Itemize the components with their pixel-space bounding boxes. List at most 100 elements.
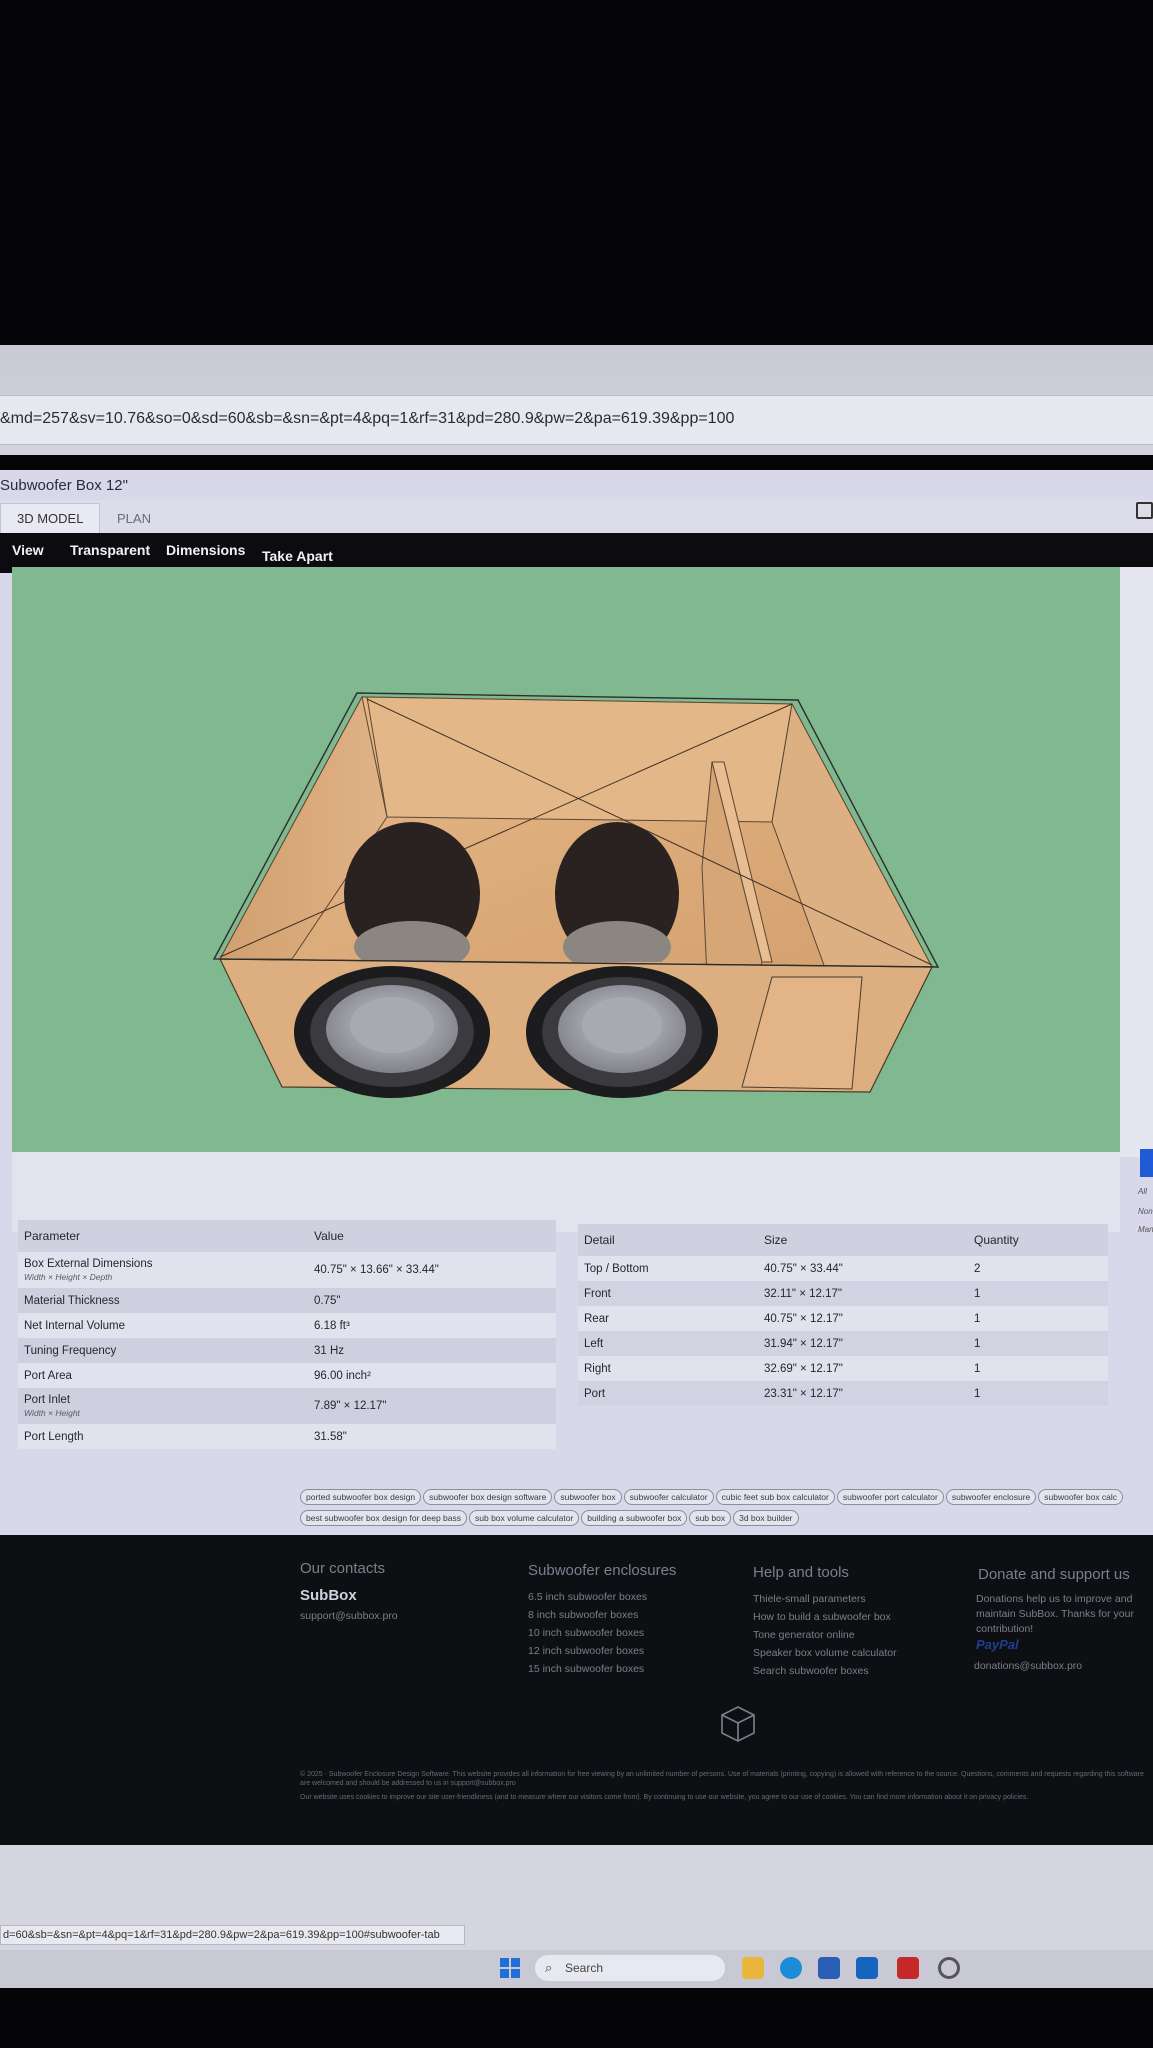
detail-qty: 1: [968, 1331, 1108, 1356]
param-row: Net Internal Volume 6.18 ft³: [18, 1313, 556, 1338]
footer-donate-text: Donations help us to improve and maintai…: [976, 1593, 1134, 1635]
footer-link[interactable]: 10 inch subwoofer boxes: [528, 1624, 647, 1642]
tag-link[interactable]: subwoofer calculator: [623, 1489, 714, 1505]
param-name: Tuning Frequency: [24, 1344, 117, 1357]
tag-link[interactable]: cubic feet sub box calculator: [715, 1489, 835, 1505]
footer-link[interactable]: 12 inch subwoofer boxes: [528, 1642, 647, 1660]
detail-row: Port 23.31" × 12.17" 1: [578, 1381, 1108, 1406]
param-name: Material Thickness: [24, 1294, 120, 1307]
detail-qty: 2: [968, 1256, 1108, 1281]
tab-3d-model[interactable]: 3D MODEL: [0, 503, 100, 533]
footer-link[interactable]: Thiele-small parameters: [753, 1590, 897, 1608]
param-name: Port Area: [24, 1369, 72, 1382]
param-subtitle: Width × Height × Depth: [24, 1272, 113, 1282]
col-size: Size: [758, 1224, 968, 1256]
side-panel-text-3: Man: [1138, 1225, 1153, 1234]
status-bar-url: d=60&sb=&sn=&pt=4&pq=1&rf=31&pd=280.9&pw…: [0, 1925, 465, 1945]
detail-size: 31.94" × 12.17": [758, 1331, 968, 1356]
page-title: Subwoofer Box 12": [0, 477, 128, 494]
taskbar-search-label: Search: [565, 1961, 604, 1975]
detail-size: 40.75" × 12.17": [758, 1306, 968, 1331]
amd-icon[interactable]: [897, 1957, 919, 1979]
detail-row: Rear 40.75" × 12.17" 1: [578, 1306, 1108, 1331]
tag-link[interactable]: subwoofer box: [554, 1489, 622, 1505]
footer-link[interactable]: Speaker box volume calculator: [753, 1644, 897, 1662]
param-value: 0.75": [308, 1288, 556, 1313]
detail-size: 40.75" × 33.44": [758, 1256, 968, 1281]
side-panel-button[interactable]: [1140, 1149, 1153, 1177]
subwoofer-driver-right: [526, 966, 718, 1098]
save-icon[interactable]: [1136, 502, 1153, 519]
col-quantity: Quantity: [968, 1224, 1108, 1256]
footer-support-email[interactable]: support@subbox.pro: [300, 1607, 398, 1625]
paypal-logo[interactable]: PayPal: [976, 1637, 1019, 1652]
tag-link[interactable]: sub box: [689, 1510, 732, 1526]
tag-link[interactable]: sub box volume calculator: [469, 1510, 580, 1526]
footer-link[interactable]: 6.5 inch subwoofer boxes: [528, 1588, 647, 1606]
address-bar-url[interactable]: &md=257&sv=10.76&so=0&sd=60&sb=&sn=&pt=4…: [0, 410, 734, 428]
tag-link[interactable]: building a subwoofer box: [581, 1510, 688, 1526]
param-name-cell: Port Length: [18, 1424, 308, 1449]
param-value: 31 Hz: [308, 1338, 556, 1363]
footer-brand[interactable]: SubBox: [300, 1587, 357, 1604]
param-name: Port Inlet: [24, 1394, 71, 1406]
detail-qty: 1: [968, 1306, 1108, 1331]
taskbar-search[interactable]: ⌕ Search: [535, 1955, 725, 1981]
tag-link[interactable]: subwoofer port calculator: [836, 1489, 944, 1505]
param-value: 96.00 inch²: [308, 1363, 556, 1388]
param-name: Port Length: [24, 1430, 84, 1443]
menu-dimensions[interactable]: Dimensions: [166, 542, 245, 558]
detail-detail: Left: [578, 1331, 758, 1356]
footer-enclosures-links: 6.5 inch subwoofer boxes 8 inch subwoofer…: [528, 1588, 647, 1678]
tag-link[interactable]: best subwoofer box design for deep bass: [300, 1510, 467, 1526]
footer-link[interactable]: Search subwoofer boxes: [753, 1662, 897, 1680]
param-name-cell: Tuning Frequency: [18, 1338, 308, 1363]
cut-list-table: Detail Size Quantity Top / Bottom 40.75" …: [578, 1224, 1108, 1406]
footer-link[interactable]: 8 inch subwoofer boxes: [528, 1606, 647, 1624]
menu-take-apart[interactable]: Take Apart: [262, 548, 333, 564]
footer-link[interactable]: How to build a subwoofer box: [753, 1608, 897, 1626]
detail-size: 32.11" × 12.17": [758, 1281, 968, 1306]
file-explorer-icon[interactable]: [742, 1957, 764, 1979]
cube-logo-icon: [721, 1706, 755, 1742]
menu-transparent[interactable]: Transparent: [70, 542, 150, 558]
windows-start-icon[interactable]: [500, 1958, 520, 1978]
param-name-cell: Port Area: [18, 1363, 308, 1388]
param-row: Port Length 31.58": [18, 1424, 556, 1449]
param-row: Port Area 96.00 inch²: [18, 1363, 556, 1388]
side-panel: All Non Man: [1120, 567, 1153, 1234]
3d-viewer[interactable]: [12, 567, 1120, 1157]
tag-link[interactable]: subwoofer box calc: [1038, 1489, 1124, 1505]
settings-gear-icon[interactable]: [938, 1957, 960, 1979]
col-detail: Detail: [578, 1224, 758, 1256]
store-icon[interactable]: [818, 1957, 840, 1979]
search-icon: ⌕: [545, 1960, 553, 1975]
photo-of-monitor: &md=257&sv=10.76&so=0&sd=60&sb=&sn=&pt=4…: [0, 0, 1153, 2048]
param-subtitle: Width × Height: [24, 1408, 80, 1418]
footer-donations-email[interactable]: donations@subbox.pro: [974, 1657, 1082, 1675]
footer-link[interactable]: Tone generator online: [753, 1626, 897, 1644]
subwoofer-box-3d-model: [212, 692, 940, 1098]
detail-row: Left 31.94" × 12.17" 1: [578, 1331, 1108, 1356]
footer-enclosures-heading: Subwoofer enclosures: [528, 1562, 677, 1579]
detail-row: Top / Bottom 40.75" × 33.44" 2: [578, 1256, 1108, 1281]
menu-view[interactable]: View: [12, 542, 44, 558]
param-name: Net Internal Volume: [24, 1319, 126, 1332]
edge-browser-icon[interactable]: [780, 1957, 802, 1979]
detail-qty: 1: [968, 1356, 1108, 1381]
legal-cookies: Our website uses cookies to improve our …: [300, 1794, 1029, 1801]
footer-contacts-heading: Our contacts: [300, 1560, 386, 1577]
tag-link[interactable]: ported subwoofer box design: [300, 1489, 422, 1505]
tag-link[interactable]: 3d box builder: [733, 1510, 799, 1526]
tag-list: ported subwoofer box design subwoofer box…: [300, 1487, 1153, 1529]
param-name-cell: Port Inlet Width × Height: [18, 1388, 308, 1424]
tab-plan[interactable]: PLAN: [117, 511, 151, 526]
tag-link[interactable]: subwoofer enclosure: [945, 1489, 1037, 1505]
footer-link[interactable]: 15 inch subwoofer boxes: [528, 1660, 647, 1678]
detail-qty: 1: [968, 1381, 1108, 1406]
outlook-icon[interactable]: [856, 1957, 878, 1979]
param-name-cell: Material Thickness: [18, 1288, 308, 1313]
param-name-cell: Net Internal Volume: [18, 1313, 308, 1338]
tag-link[interactable]: subwoofer box design software: [423, 1489, 553, 1505]
detail-detail: Top / Bottom: [578, 1256, 758, 1281]
